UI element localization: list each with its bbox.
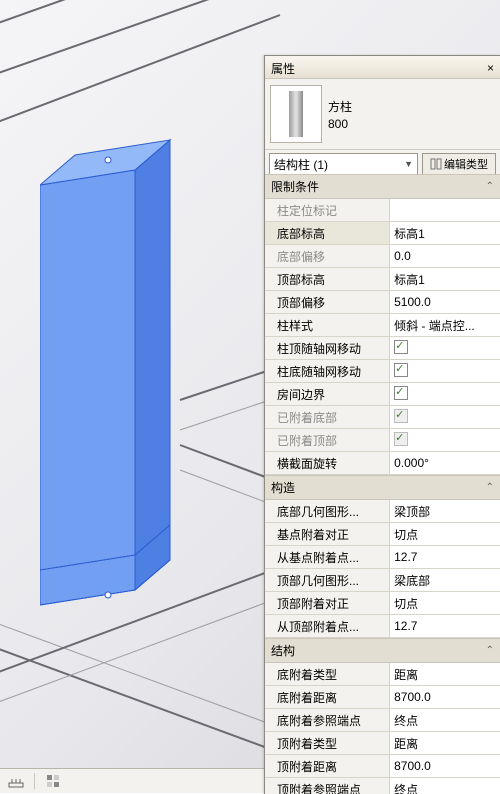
prop-label: 柱样式 <box>265 314 390 337</box>
prop-label: 基点附着对正 <box>265 523 390 546</box>
prop-label: 顶部附着对正 <box>265 592 390 615</box>
group-title: 限制条件 <box>271 178 319 195</box>
group-header-constraints[interactable]: 限制条件 ⌃ <box>265 174 500 199</box>
group-table-constraints: 柱定位标记底部标高标高1底部偏移0.0顶部标高标高1顶部偏移5100.0柱样式倾… <box>265 199 500 475</box>
type-thumbnail <box>270 85 322 143</box>
prop-label: 底附着参照端点 <box>265 709 390 732</box>
type-selector[interactable]: 方柱 800 <box>265 79 500 150</box>
prop-label: 柱顶随轴网移动 <box>265 337 390 360</box>
chevron-up-icon: ⌃ <box>486 181 494 192</box>
prop-value <box>390 429 500 452</box>
prop-value[interactable]: 距离 <box>390 663 500 686</box>
prop-label: 顶附着距离 <box>265 755 390 778</box>
checkbox[interactable] <box>394 340 408 354</box>
family-name: 方柱 <box>328 98 352 115</box>
properties-scroll[interactable]: 限制条件⌃柱定位标记底部标高标高1底部偏移0.0顶部标高标高1顶部偏移5100.… <box>265 174 500 794</box>
prop-value[interactable]: 终点 <box>390 709 500 732</box>
checkbox[interactable] <box>394 386 408 400</box>
checkbox <box>394 432 408 446</box>
prop-value[interactable]: 12.7 <box>390 546 500 569</box>
instance-filter-combo[interactable]: 结构柱 (1) ▼ <box>269 153 418 175</box>
prop-value[interactable] <box>390 360 500 383</box>
prop-value[interactable]: 12.7 <box>390 615 500 638</box>
properties-panel: 属性 × 方柱 800 结构柱 (1) ▼ 编辑类型 限制条件 ⌃ 柱定位标记底部标… <box>264 55 500 794</box>
prop-value[interactable]: 8700.0 <box>390 755 500 778</box>
prop-value[interactable]: 倾斜 - 端点控... <box>390 314 500 337</box>
prop-label: 从顶部附着点... <box>265 615 390 638</box>
edit-type-icon <box>430 158 442 170</box>
prop-value <box>390 406 500 429</box>
prop-label: 房间边界 <box>265 383 390 406</box>
prop-value[interactable]: 标高1 <box>390 222 500 245</box>
prop-value[interactable]: 5100.0 <box>390 291 500 314</box>
prop-label: 顶部偏移 <box>265 291 390 314</box>
panel-titlebar[interactable]: 属性 × <box>265 56 500 79</box>
checkbox <box>394 409 408 423</box>
prop-label: 底部几何图形... <box>265 500 390 523</box>
prop-label: 顶附着参照端点 <box>265 778 390 794</box>
chevron-down-icon: ▼ <box>404 159 413 169</box>
panel-title-text: 属性 <box>271 60 295 77</box>
group-title: 结构 <box>271 642 295 659</box>
prop-value[interactable]: 终点 <box>390 778 500 794</box>
prop-label: 从基点附着点... <box>265 546 390 569</box>
group-table-structural: 底附着类型距离底附着距离8700.0底附着参照端点终点顶附着类型距离顶附着距离8… <box>265 663 500 794</box>
prop-label: 顶部几何图形... <box>265 569 390 592</box>
checkbox[interactable] <box>394 363 408 377</box>
group-table-construction: 底部几何图形...梁顶部基点附着对正切点从基点附着点...12.7顶部几何图形.… <box>265 500 500 638</box>
prop-label: 横截面旋转 <box>265 452 390 475</box>
prop-value[interactable]: 距离 <box>390 732 500 755</box>
prop-value[interactable]: 标高1 <box>390 268 500 291</box>
prop-label: 柱定位标记 <box>265 199 390 222</box>
prop-value[interactable] <box>390 199 500 222</box>
view-status-bar <box>0 768 265 793</box>
prop-label: 已附着顶部 <box>265 429 390 452</box>
scale-icon[interactable] <box>8 773 24 789</box>
prop-label: 已附着底部 <box>265 406 390 429</box>
chevron-up-icon: ⌃ <box>486 645 494 656</box>
prop-label: 底部标高 <box>265 222 390 245</box>
prop-value[interactable] <box>390 383 500 406</box>
group-header-construction[interactable]: 构造 ⌃ <box>265 475 500 500</box>
selected-column[interactable] <box>40 130 215 630</box>
type-size: 800 <box>328 117 352 131</box>
prop-label: 底部偏移 <box>265 245 390 268</box>
detail-level-icon[interactable] <box>45 773 61 789</box>
prop-value[interactable]: 0.0 <box>390 245 500 268</box>
prop-value[interactable]: 梁顶部 <box>390 500 500 523</box>
instance-filter-text: 结构柱 (1) <box>274 156 328 173</box>
close-icon[interactable]: × <box>487 61 494 75</box>
edit-type-button[interactable]: 编辑类型 <box>422 153 496 175</box>
prop-value[interactable]: 切点 <box>390 523 500 546</box>
chevron-up-icon: ⌃ <box>486 482 494 493</box>
prop-value[interactable] <box>390 337 500 360</box>
prop-label: 底附着距离 <box>265 686 390 709</box>
prop-value[interactable]: 切点 <box>390 592 500 615</box>
prop-label: 顶附着类型 <box>265 732 390 755</box>
prop-label: 顶部标高 <box>265 268 390 291</box>
prop-label: 柱底随轴网移动 <box>265 360 390 383</box>
edit-type-label: 编辑类型 <box>444 156 488 172</box>
prop-value[interactable]: 0.000° <box>390 452 500 475</box>
prop-label: 底附着类型 <box>265 663 390 686</box>
prop-value[interactable]: 梁底部 <box>390 569 500 592</box>
group-title: 构造 <box>271 479 295 496</box>
prop-value[interactable]: 8700.0 <box>390 686 500 709</box>
group-header-structural[interactable]: 结构 ⌃ <box>265 638 500 663</box>
